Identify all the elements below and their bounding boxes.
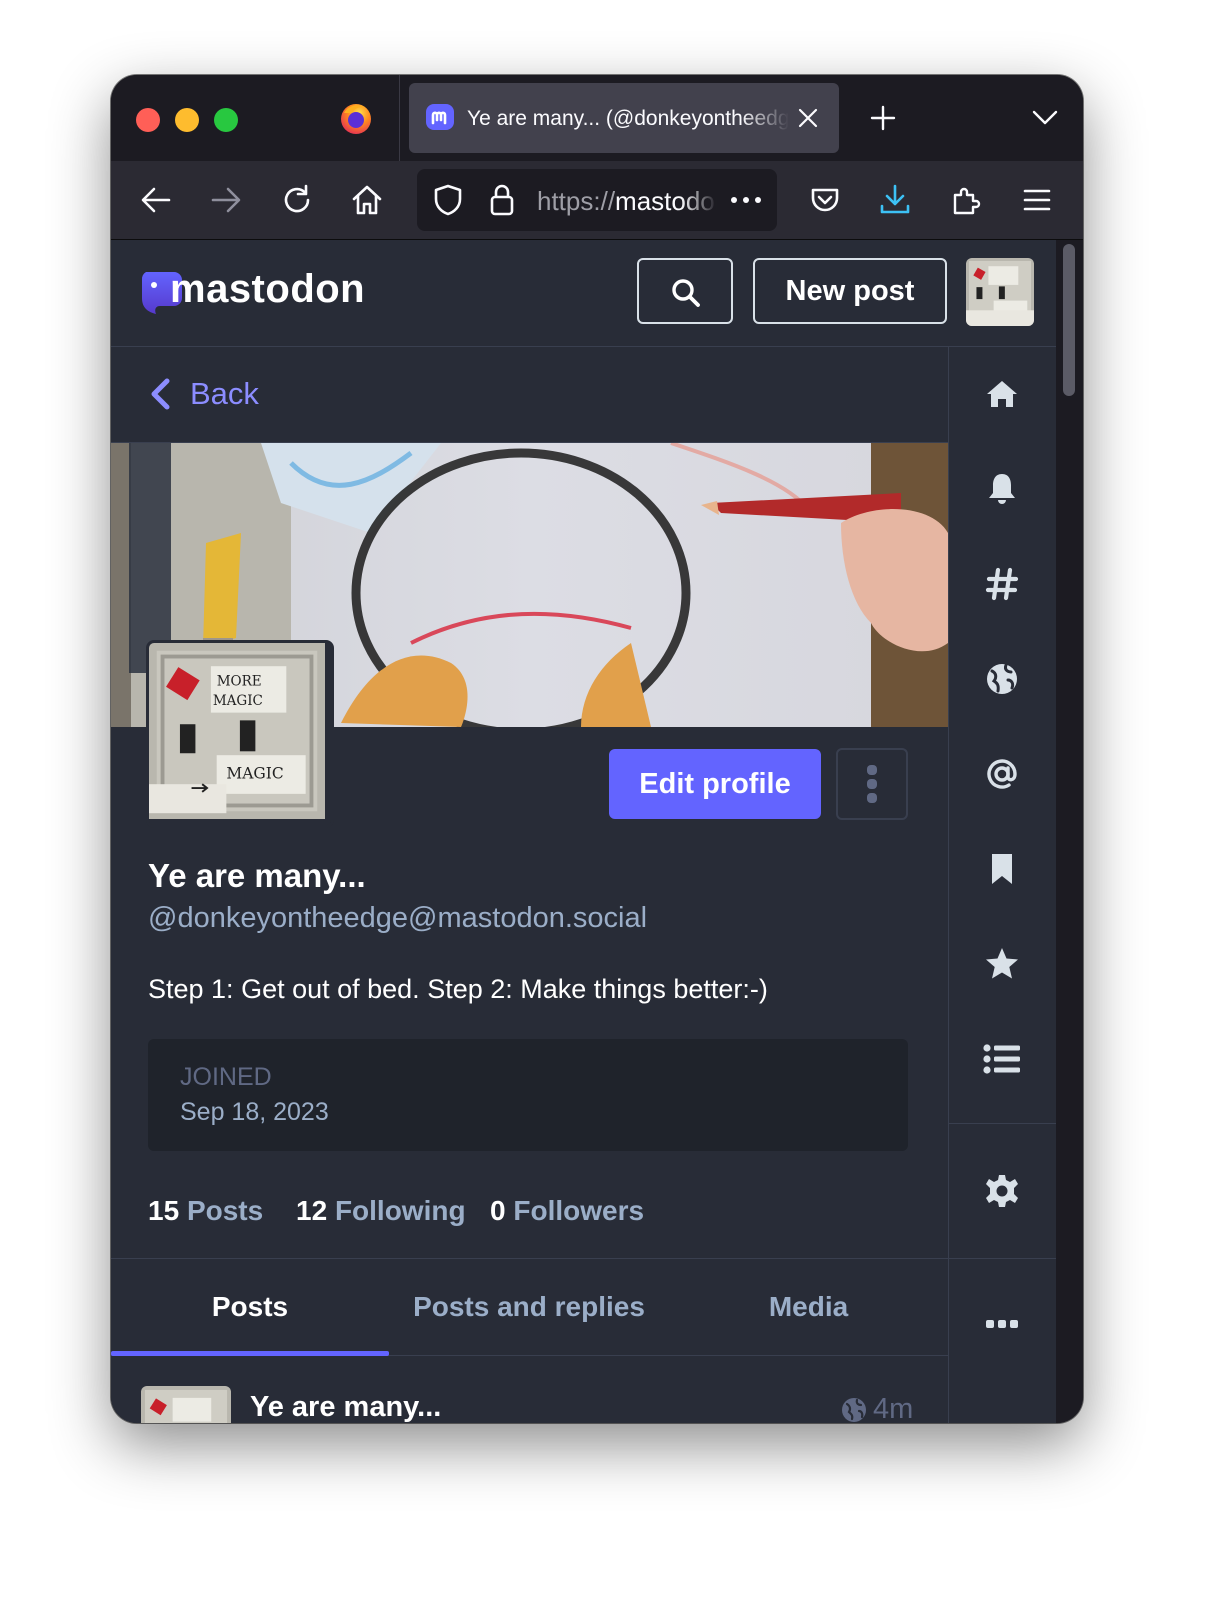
close-tab-icon[interactable] [795,105,821,131]
bell-icon[interactable] [975,462,1029,516]
avatar-sign-top: MORE [217,674,262,690]
navigation-toolbar: https://mastodon.social/@donkeyontheedge [111,161,1083,240]
home-page-icon[interactable] [350,183,384,217]
list-icon[interactable] [975,1032,1029,1086]
close-window-button[interactable] [136,108,160,132]
url-host: mastodon.social/@donkeyontheedge [615,186,717,216]
zoom-window-button[interactable] [214,108,238,132]
posts-count-value: 15 [148,1195,180,1226]
lock-icon[interactable] [487,183,517,217]
url-scheme: https:// [537,186,616,216]
star-icon[interactable] [975,937,1029,991]
following-count[interactable]: 12 Following [296,1192,466,1230]
posts-count-label: Posts [186,1195,264,1226]
tracking-shield-icon[interactable] [431,183,465,217]
joined-field: JOINED Sep 18, 2023 [148,1039,908,1151]
globe-icon [841,1397,867,1423]
downloads-icon[interactable] [878,183,912,217]
url-text[interactable]: https://mastodon.social/@donkeyontheedge [537,185,717,217]
chevron-left-icon [147,377,173,411]
following-count-value: 12 [296,1195,328,1226]
at-icon[interactable] [975,747,1029,801]
tab-strip: Ye are many... (@donkeyontheedge@mastodo… [111,75,1083,161]
forward-arrow-icon[interactable] [209,183,243,217]
profile-avatar[interactable]: MORE MAGIC MAGIC [146,640,334,828]
tab-posts-and-replies[interactable]: Posts and replies [390,1259,668,1355]
back-arrow-icon[interactable] [139,183,173,217]
nav-divider [949,1123,1056,1124]
page-content: mastodon New post Back MORE MAGIC MAGIC … [111,240,1083,1423]
scrollbar-thumb[interactable] [1063,244,1075,396]
profile-more-button[interactable] [836,748,908,820]
profile-tabs: Posts Posts and replies Media [111,1258,948,1356]
tab-active[interactable]: Ye are many... (@donkeyontheedge@mastodo… [409,83,839,153]
bookmark-icon[interactable] [975,842,1029,896]
status-author-name[interactable]: Ye are many... [250,1387,441,1423]
tab-media[interactable]: Media [669,1259,948,1355]
tab-posts[interactable]: Posts [111,1259,389,1355]
followers-count[interactable]: 0 Followers [490,1192,644,1230]
status-avatar[interactable] [141,1386,231,1423]
joined-date: Sep 18, 2023 [180,1098,329,1126]
page-actions-ellipsis-icon[interactable] [729,193,763,207]
firefox-icon[interactable] [339,101,373,135]
header-avatar[interactable] [966,258,1034,326]
vertical-ellipsis-icon [866,763,878,805]
right-navigation [949,347,1056,1423]
tab-separator [399,75,400,161]
tab-title: Ye are many... (@donkeyontheedge@mastodo… [467,107,789,130]
app-menu-hamburger-icon[interactable] [1020,183,1054,217]
column-back-bar[interactable]: Back [111,347,948,443]
svg-text:MAGIC: MAGIC [213,693,263,709]
status-timestamp[interactable]: 4m [873,1389,913,1423]
site-header: mastodon New post [111,240,1056,347]
hashtag-icon[interactable] [975,557,1029,611]
gear-icon[interactable] [975,1164,1029,1218]
browser-window: Ye are many... (@donkeyontheedge@mastodo… [111,75,1083,1423]
minimize-window-button[interactable] [175,108,199,132]
mastodon-logo[interactable]: mastodon [138,266,365,320]
back-label: Back [190,376,259,411]
pocket-icon[interactable] [808,183,842,217]
posts-count[interactable]: 15 Posts [148,1192,263,1230]
followers-count-label: Followers [513,1195,645,1226]
status-item[interactable]: Ye are many... 4m [111,1355,948,1423]
profile-column: Back MORE MAGIC MAGIC Edit profile Ye ar… [111,347,949,1423]
profile-bio: Step 1: Get out of bed. Step 2: Make thi… [148,974,768,1004]
mastodon-favicon [425,103,455,133]
nav-divider [949,1258,1056,1259]
search-button[interactable] [637,258,733,324]
reload-icon[interactable] [280,183,314,217]
svg-text:MAGIC: MAGIC [226,764,283,782]
display-name: Ye are many... [148,857,366,894]
new-tab-plus-icon[interactable] [869,104,897,132]
url-bar[interactable]: https://mastodon.social/@donkeyontheedge [417,169,777,231]
new-post-button[interactable]: New post [753,258,947,324]
followers-count-value: 0 [490,1195,506,1226]
page-scrollbar[interactable] [1056,240,1083,1423]
joined-label: JOINED [180,1063,272,1091]
edit-profile-button[interactable]: Edit profile [609,749,821,819]
account-handle: @donkeyontheedge@mastodon.social [148,902,648,934]
ellipsis-icon[interactable] [975,1297,1029,1351]
globe-icon[interactable] [975,652,1029,706]
home-icon[interactable] [975,367,1029,421]
search-icon [671,278,701,308]
tab-list-chevron-icon[interactable] [1031,105,1059,131]
following-count-label: Following [334,1195,466,1226]
extensions-icon[interactable] [949,183,983,217]
mastodon-wordmark: mastodon [170,267,366,311]
